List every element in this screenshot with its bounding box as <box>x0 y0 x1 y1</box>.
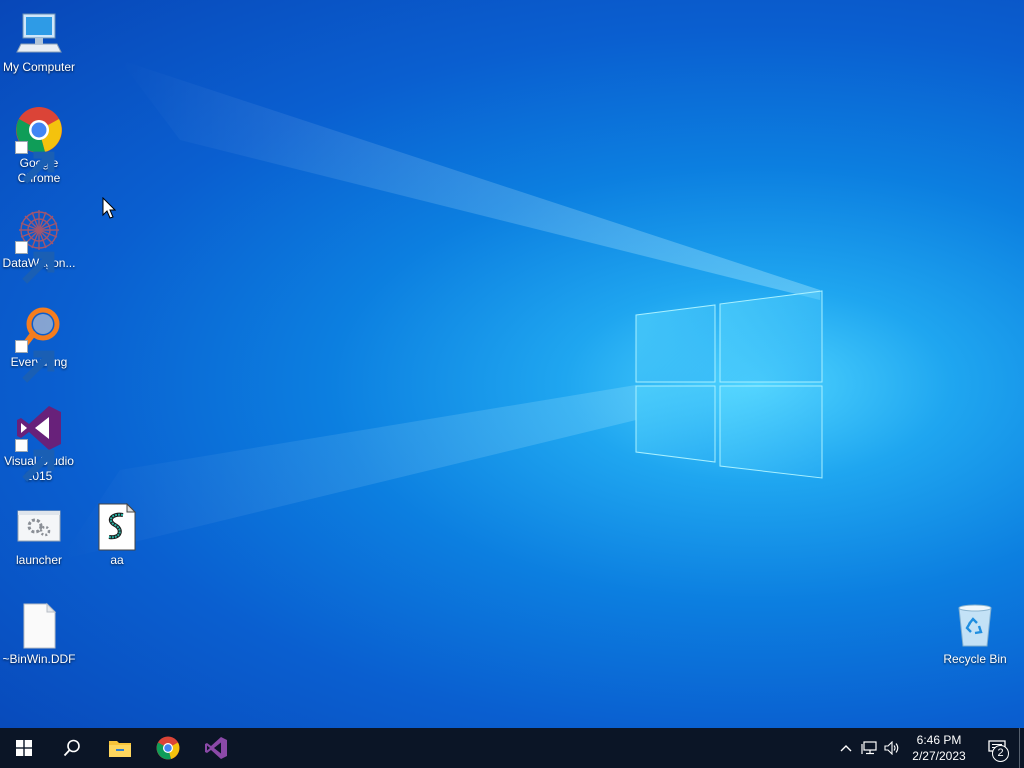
desktop-icon-my-computer[interactable]: My Computer <box>0 10 78 75</box>
volume-button[interactable] <box>880 728 903 768</box>
desktop-icon-label: Recycle Bin <box>943 652 1007 666</box>
visual-studio-icon <box>15 404 63 482</box>
desktop-icon-binwin-ddf[interactable]: ~BinWin.DDF <box>0 602 78 667</box>
desktop-icon-label: My Computer <box>2 60 76 74</box>
chrome-icon <box>156 736 180 760</box>
recycle-bin-icon <box>951 602 999 650</box>
desktop-icon-visual-studio-2015[interactable]: Visual Studio 2015 <box>0 404 78 484</box>
mouse-cursor-icon <box>102 197 116 219</box>
taskbar: 6:46 PM 2/27/2023 2 <box>0 728 1024 768</box>
start-button[interactable] <box>0 728 48 768</box>
visual-studio-icon <box>205 737 227 759</box>
everything-search-icon <box>15 305 63 383</box>
desktop-icon-recycle-bin[interactable]: Recycle Bin <box>936 602 1014 667</box>
notification-count-badge: 2 <box>992 745 1009 762</box>
desktop-icon-label: ~BinWin.DDF <box>2 652 76 666</box>
windows-logo-wallpaper <box>60 60 823 560</box>
action-center-button[interactable]: 2 <box>975 728 1019 768</box>
search-icon <box>63 739 80 757</box>
file-explorer-icon <box>109 741 131 757</box>
desktop-icon-google-chrome[interactable]: Google Chrome <box>0 106 78 186</box>
shortcut-arrow-icon <box>15 439 55 482</box>
desktop-icon-everything[interactable]: Everything <box>0 305 78 383</box>
shortcut-arrow-icon <box>15 241 55 284</box>
desktop-icon-label: aa <box>110 553 124 567</box>
volume-icon <box>883 741 898 755</box>
start-icon <box>16 740 32 756</box>
desktop-icon-launcher[interactable]: launcher <box>0 503 78 568</box>
computer-icon <box>15 10 63 58</box>
desktop-icon-label: launcher <box>15 553 63 567</box>
network-icon <box>860 741 877 755</box>
chrome-icon <box>15 106 63 184</box>
datawagon-icon <box>15 206 63 284</box>
desktop-icon-datawagon[interactable]: DataWagon... <box>0 206 78 284</box>
clock-time: 6:46 PM <box>916 733 962 747</box>
launcher-window-icon <box>15 503 63 551</box>
shortcut-arrow-icon <box>15 141 55 184</box>
system-tray: 6:46 PM 2/27/2023 2 <box>834 728 1024 768</box>
network-button[interactable] <box>857 728 880 768</box>
desktop-icon-aa[interactable]: aa <box>78 503 156 568</box>
desktop-wallpaper: My Computer Google Chrome DataWagon... E… <box>0 0 1024 728</box>
show-desktop-button[interactable] <box>1019 728 1024 768</box>
chevron-up-icon <box>840 745 851 752</box>
shortcut-arrow-icon <box>15 340 55 383</box>
script-file-icon <box>93 503 141 551</box>
taskbar-clock[interactable]: 6:46 PM 2/27/2023 <box>903 732 975 764</box>
taskbar-file-explorer[interactable] <box>96 728 144 768</box>
clock-date: 2/27/2023 <box>912 749 966 763</box>
search-button[interactable] <box>48 728 96 768</box>
taskbar-chrome[interactable] <box>144 728 192 768</box>
taskbar-visual-studio[interactable] <box>192 728 240 768</box>
blank-file-icon <box>15 602 63 650</box>
show-hidden-icons-button[interactable] <box>834 728 857 768</box>
